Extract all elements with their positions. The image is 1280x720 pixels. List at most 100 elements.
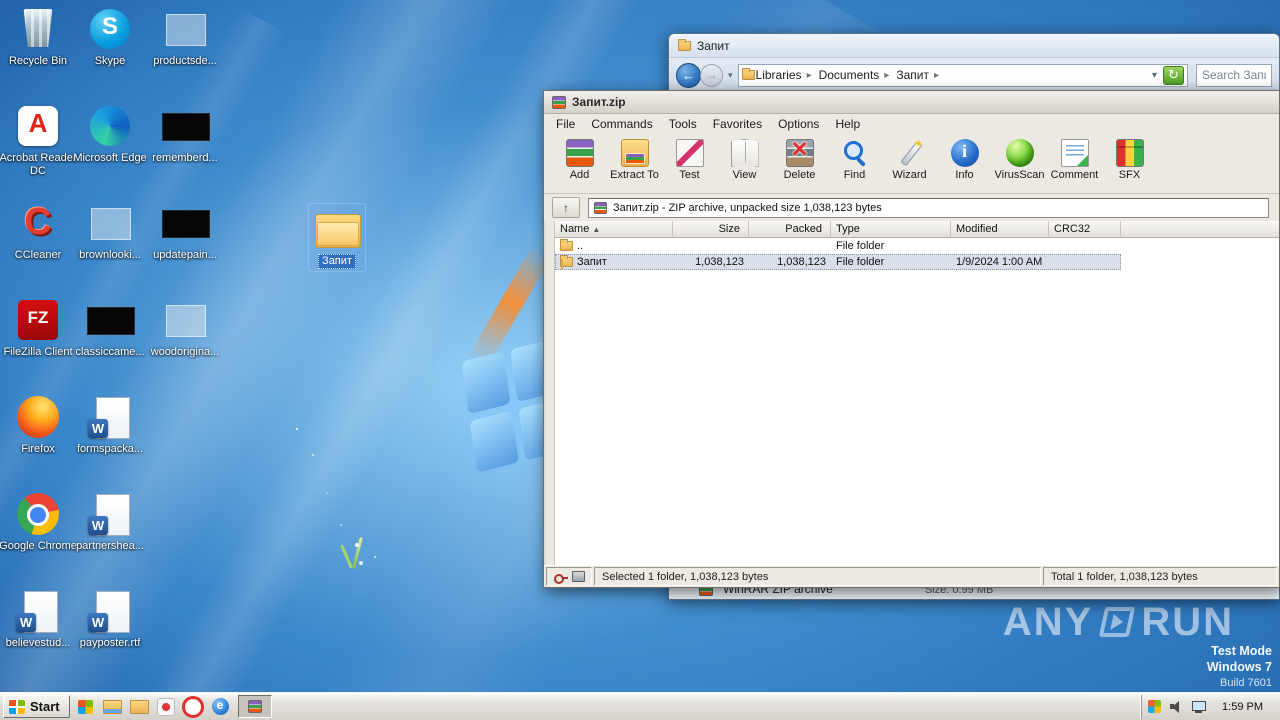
breadcrumb-documents[interactable]: Documents ▸ [818, 68, 896, 82]
quicklaunch-folder[interactable] [127, 695, 152, 718]
history-dropdown-icon[interactable] [726, 70, 735, 81]
menu-tools[interactable]: Tools [661, 115, 705, 133]
desktop-icon-payposter-rtf[interactable]: payposter.rtf [68, 588, 152, 685]
breadcrumb-label: Запит [896, 68, 929, 82]
column-header-label: Modified [956, 223, 998, 235]
desktop-icon-image [12, 6, 64, 52]
info-button[interactable]: Info [937, 137, 992, 183]
delete-button[interactable]: Delete [772, 133, 827, 183]
cell-modified [951, 238, 1049, 254]
refresh-button[interactable] [1163, 65, 1184, 85]
desktop-icon-image [12, 491, 64, 537]
desktop-icon-zapyt[interactable]: Запит [308, 203, 366, 272]
volume-icon[interactable] [1169, 700, 1184, 713]
folder-icon [560, 255, 573, 267]
up-button[interactable] [552, 197, 580, 218]
back-button[interactable] [676, 62, 701, 88]
desktop-icon-brownlooki[interactable]: brownlooki... [68, 200, 152, 297]
search-input[interactable] [1197, 68, 1271, 82]
taskbar-clock[interactable]: 1:59 PM [1214, 701, 1271, 713]
archive-address-bar[interactable]: Запит.zip - ZIP archive, unpacked size 1… [588, 197, 1269, 218]
comment-button[interactable]: Comment [1047, 137, 1102, 183]
cell-packed: 1,038,123 [777, 256, 826, 268]
desktop-icon-skype[interactable]: Skype [68, 6, 152, 103]
cell-size: 1,038,123 [695, 256, 744, 268]
desktop-icon-partnershea[interactable]: partnershea... [68, 491, 152, 588]
desktop-icon-column-3: productsde... rememberd... updatepain...… [143, 6, 227, 394]
search-box[interactable] [1196, 63, 1272, 87]
menu-favorites[interactable]: Favorites [705, 115, 770, 133]
breadcrumb-zapyt[interactable]: Запит ▸ [895, 68, 945, 82]
explorer-titlebar[interactable]: Запит [669, 34, 1279, 58]
quicklaunch-media[interactable] [154, 695, 179, 718]
start-button[interactable]: Start [3, 695, 70, 718]
find-button[interactable]: Find [827, 137, 882, 183]
breadcrumb-separator-icon: ▸ [806, 69, 812, 81]
menu-help[interactable]: Help [827, 115, 868, 133]
desktop-icon-woodorigina[interactable]: woodorigina... [143, 297, 227, 394]
wizard-button[interactable]: Wizard [882, 137, 937, 183]
quicklaunch-explorer[interactable] [100, 695, 125, 718]
cell-type: File folder [836, 256, 885, 268]
status-selected-text: Selected 1 folder, 1,038,123 bytes [594, 567, 1041, 586]
desktop-icon-rememberd[interactable]: rememberd... [143, 103, 227, 200]
cell-name: .. [555, 238, 673, 254]
desktop-icon-image [12, 297, 64, 343]
archive-row-zapyt[interactable]: Запит 1,038,123 1,038,123 File folder 1/… [555, 254, 1121, 270]
test-button[interactable]: Test [662, 137, 717, 183]
start-label: Start [30, 699, 60, 714]
column-header-label: Type [836, 223, 860, 235]
archive-row-parent[interactable]: .. File folder [555, 238, 1121, 254]
cell-type: File folder [836, 240, 885, 252]
action-center-icon[interactable] [1148, 700, 1162, 713]
address-dropdown-icon[interactable] [1148, 70, 1161, 81]
extract-to-button[interactable]: Extract To [607, 137, 662, 183]
menu-options[interactable]: Options [770, 115, 827, 133]
desktop-icon-productsde[interactable]: productsde... [143, 6, 227, 103]
desktop-icon-classiccame[interactable]: classiccame... [68, 297, 152, 394]
winrar-titlebar[interactable]: Запит.zip [544, 91, 1279, 114]
screen: Recycle Bin Acrobat Reader DC CCleaner F… [0, 0, 1280, 720]
desktop-icon-column-2: Skype Microsoft Edge brownlooki... class… [68, 6, 152, 685]
toolbar-button-label: Test [679, 169, 700, 181]
virusscan-button[interactable]: VirusScan [992, 137, 1047, 183]
column-header-type[interactable]: Type [831, 221, 951, 238]
menu-file[interactable]: File [548, 115, 583, 133]
breadcrumb-label: Libraries [755, 68, 802, 82]
quicklaunch-internet-explorer[interactable] [208, 695, 233, 718]
add-button[interactable]: Add [552, 137, 607, 183]
quicklaunch-windows[interactable] [73, 695, 98, 718]
file-name: Запит [577, 256, 607, 268]
desktop-icon-updatepain[interactable]: updatepain... [143, 200, 227, 297]
column-header-modified[interactable]: Modified [951, 221, 1049, 238]
desktop-icon-label: payposter.rtf [79, 637, 141, 649]
breadcrumb-label: Documents [818, 68, 880, 82]
forward-button[interactable] [700, 63, 723, 87]
network-icon[interactable] [1192, 700, 1207, 713]
column-header-packed[interactable]: Packed [749, 221, 831, 238]
view-button[interactable]: View [717, 137, 772, 183]
menu-commands[interactable]: Commands [583, 115, 660, 133]
sfx-button[interactable]: SFX [1102, 137, 1157, 183]
breadcrumb[interactable]: Libraries ▸ Documents ▸ Запит ▸ [737, 63, 1188, 87]
desktop-icon-image [84, 103, 136, 149]
column-header-name[interactable]: Name ▲ [555, 221, 673, 238]
explorer-address-bar: Libraries ▸ Documents ▸ Запит ▸ [669, 58, 1279, 92]
column-header-crc32[interactable]: CRC32 [1049, 221, 1121, 238]
key-icon [553, 571, 568, 584]
winrar-statusbar: Selected 1 folder, 1,038,123 bytes Total… [544, 565, 1279, 587]
column-header-label: Packed [785, 223, 822, 235]
toolbar-icon [1115, 139, 1144, 167]
toolbar-button-label: Delete [783, 169, 816, 181]
desktop-icon-formspacka[interactable]: formspacka... [68, 394, 152, 491]
desktop-icon-microsoft-edge[interactable]: Microsoft Edge [68, 103, 152, 200]
breadcrumb-libraries[interactable]: Libraries ▸ [755, 68, 818, 82]
column-header-size[interactable]: Size [673, 221, 749, 238]
taskbar-winrar-button[interactable] [237, 695, 272, 718]
desktop-icon-image [159, 200, 211, 246]
quicklaunch-opera[interactable] [181, 695, 206, 718]
file-list-header: Name ▲ Size Packed Type Modified CRC32 [555, 221, 1279, 238]
winrar-window: Запит.zip File Commands Tools Favorites Opti… [543, 90, 1280, 588]
toolbar-icon [565, 139, 594, 167]
toolbar-button-label: Add [569, 169, 590, 181]
